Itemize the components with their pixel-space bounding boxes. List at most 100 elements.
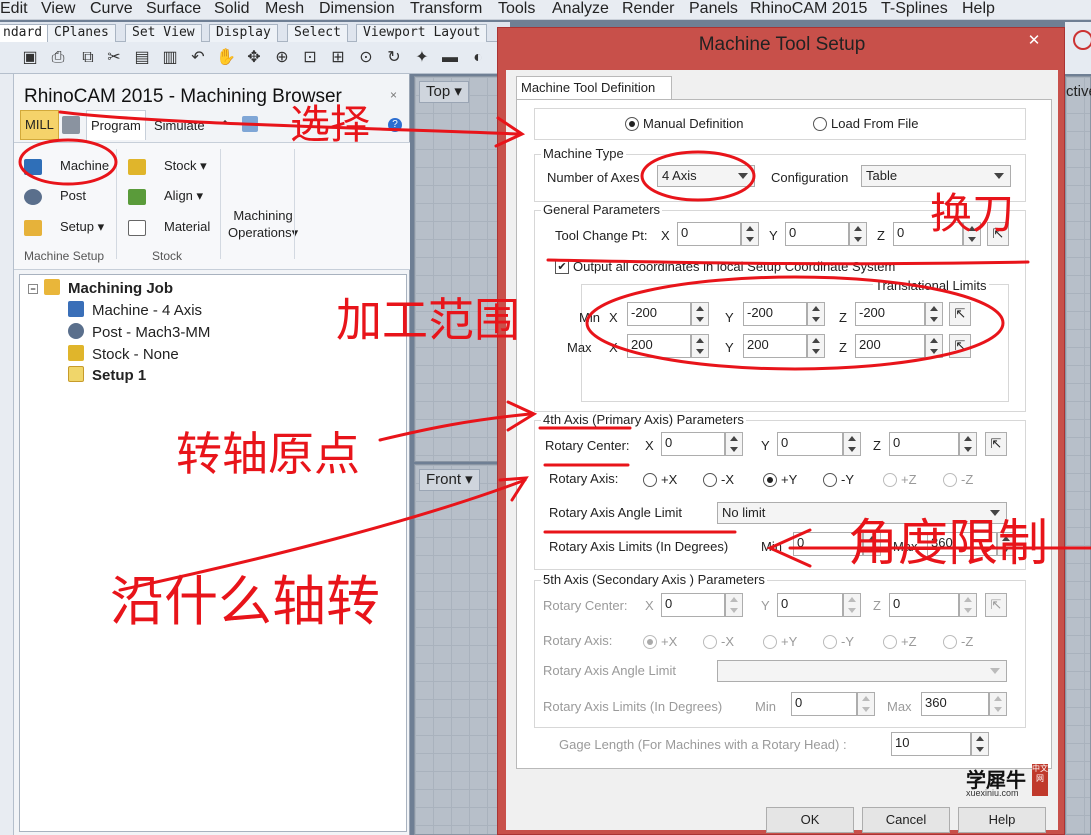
min-z[interactable]: -200 [855, 302, 925, 326]
rotary-axis-minus-x[interactable] [703, 473, 717, 487]
settings-icon[interactable] [242, 116, 258, 132]
ok-button[interactable]: OK [766, 807, 854, 833]
rotary-limit5-min-spinner[interactable] [857, 692, 875, 716]
tool-change-y-spinner[interactable] [849, 222, 867, 246]
tab-display[interactable]: Display [209, 24, 278, 42]
rotary-limit-min-spinner[interactable] [863, 532, 881, 556]
min-y-spinner[interactable] [807, 302, 825, 326]
max-x[interactable]: 200 [627, 334, 691, 358]
render-icon[interactable]: ◐ [468, 48, 488, 68]
paste-icon[interactable]: ▤ [132, 48, 152, 68]
viewport-label-top[interactable]: Top ▾ [419, 81, 469, 103]
dialog-close-button[interactable]: ✕ [1014, 30, 1054, 52]
rotary-limit-max-spinner[interactable] [997, 532, 1015, 556]
menu-analyze[interactable]: Analyze [552, 0, 609, 18]
rotary-axis-minus-y[interactable] [823, 473, 837, 487]
menu-view[interactable]: View [41, 0, 75, 18]
material-button[interactable]: Material [128, 216, 210, 238]
menu-tools[interactable]: Tools [498, 0, 535, 18]
clipboard-icon[interactable]: ▥ [160, 48, 180, 68]
menu-dimension[interactable]: Dimension [319, 0, 395, 18]
tool-change-y[interactable]: 0 [785, 222, 849, 246]
tab-machine-tool-definition[interactable]: Machine Tool Definition [516, 76, 672, 100]
rotary-center5-pick-button[interactable]: ⇱ [985, 593, 1007, 617]
max-y-spinner[interactable] [807, 334, 825, 358]
rotary-axis-minus-z[interactable] [943, 473, 957, 487]
tab-program[interactable]: Program [86, 110, 146, 140]
car-icon[interactable]: ▬ [440, 48, 460, 68]
tree-root[interactable]: − Machining Job [28, 279, 173, 299]
cancel-button[interactable]: Cancel [862, 807, 950, 833]
machine-button[interactable]: Machine [24, 155, 109, 177]
max-x-spinner[interactable] [691, 334, 709, 358]
tools-icon[interactable] [62, 116, 80, 134]
min-pick-button[interactable]: ⇱ [949, 302, 971, 326]
max-pick-button[interactable]: ⇱ [949, 334, 971, 358]
tab-set-view[interactable]: Set View [125, 24, 202, 42]
menu-mesh[interactable]: Mesh [265, 0, 304, 18]
print-icon[interactable]: ⎙ [48, 48, 68, 68]
rotate-icon[interactable]: ↻ [384, 48, 404, 68]
rotary-axis5-plus-y[interactable] [763, 635, 777, 649]
rotary-center5-x[interactable]: 0 [661, 593, 725, 617]
rotary-center-x[interactable]: 0 [661, 432, 725, 456]
rotary-axis5-minus-y[interactable] [823, 635, 837, 649]
rotary-center-z[interactable]: 0 [889, 432, 959, 456]
rotary-center5-x-spinner[interactable] [725, 593, 743, 617]
tool-change-x[interactable]: 0 [677, 222, 741, 246]
tool-change-z[interactable]: 0 [893, 222, 963, 246]
num-axes-select[interactable]: 4 Axis [657, 165, 755, 187]
save-icon[interactable]: ▣ [20, 48, 40, 68]
menu-help[interactable]: Help [962, 0, 995, 18]
load-from-file-radio[interactable] [813, 117, 827, 131]
tree-stock[interactable]: Stock - None [68, 345, 179, 365]
machining-operations-button[interactable]: MachiningOperations▾ [228, 207, 298, 241]
zoom-icon[interactable]: ⊕ [272, 48, 292, 68]
rotary-center5-y[interactable]: 0 [777, 593, 843, 617]
menu-solid[interactable]: Solid [214, 0, 250, 18]
align-button[interactable]: Align ▾ [128, 185, 203, 207]
rotary-axis-plus-x[interactable] [643, 473, 657, 487]
angle-limit-select[interactable]: No limit [717, 502, 1007, 524]
rotary-center5-z-spinner[interactable] [959, 593, 977, 617]
point-icon[interactable]: ✦ [412, 48, 432, 68]
menu-panels[interactable]: Panels [689, 0, 738, 18]
rotary-axis5-plus-x[interactable] [643, 635, 657, 649]
rotary-limit5-max[interactable]: 360 [921, 692, 989, 716]
zoom-extents-icon[interactable]: ⊞ [328, 48, 348, 68]
post-button[interactable]: Post [24, 185, 86, 207]
front-viewport[interactable]: Front ▾ [414, 464, 500, 835]
rotary-axis5-plus-z[interactable] [883, 635, 897, 649]
undo-icon[interactable]: ↶ [188, 48, 208, 68]
rotary-limit5-min[interactable]: 0 [791, 692, 857, 716]
tab-cplanes[interactable]: CPlanes [47, 24, 116, 42]
rotary-limit5-max-spinner[interactable] [989, 692, 1007, 716]
rotary-center-z-spinner[interactable] [959, 432, 977, 456]
rotary-axis5-minus-z[interactable] [943, 635, 957, 649]
tab-viewport-layout[interactable]: Viewport Layout [356, 24, 488, 42]
cut-icon[interactable]: ✂ [104, 48, 124, 68]
configuration-select[interactable]: Table [861, 165, 1011, 187]
max-z[interactable]: 200 [855, 334, 925, 358]
viewport-label-front[interactable]: Front ▾ [419, 469, 480, 491]
pan-icon[interactable]: ✋ [216, 48, 236, 68]
rotary-limit-max[interactable]: 360 [927, 532, 997, 556]
right-viewport[interactable]: ctive [1065, 76, 1091, 835]
min-x-spinner[interactable] [691, 302, 709, 326]
rotary-axis5-minus-x[interactable] [703, 635, 717, 649]
menu-rhinocam[interactable]: RhinoCAM 2015 [750, 0, 867, 18]
max-y[interactable]: 200 [743, 334, 807, 358]
menu-edit[interactable]: Edit [0, 0, 28, 18]
tab-select[interactable]: Select [287, 24, 348, 42]
tree-setup[interactable]: Setup 1 [68, 366, 146, 386]
panel-close-button[interactable]: × [390, 88, 397, 102]
menu-render[interactable]: Render [622, 0, 674, 18]
copy-icon[interactable]: ⧉ [78, 48, 98, 68]
tab-standard[interactable]: ndard [0, 24, 50, 42]
tree-machine[interactable]: Machine - 4 Axis [68, 301, 202, 321]
setup-button[interactable]: Setup ▾ [24, 216, 104, 238]
rotary-center-x-spinner[interactable] [725, 432, 743, 456]
gage-length-input[interactable]: 10 [891, 732, 971, 756]
tool-change-x-spinner[interactable] [741, 222, 759, 246]
help-button[interactable]: Help [958, 807, 1046, 833]
